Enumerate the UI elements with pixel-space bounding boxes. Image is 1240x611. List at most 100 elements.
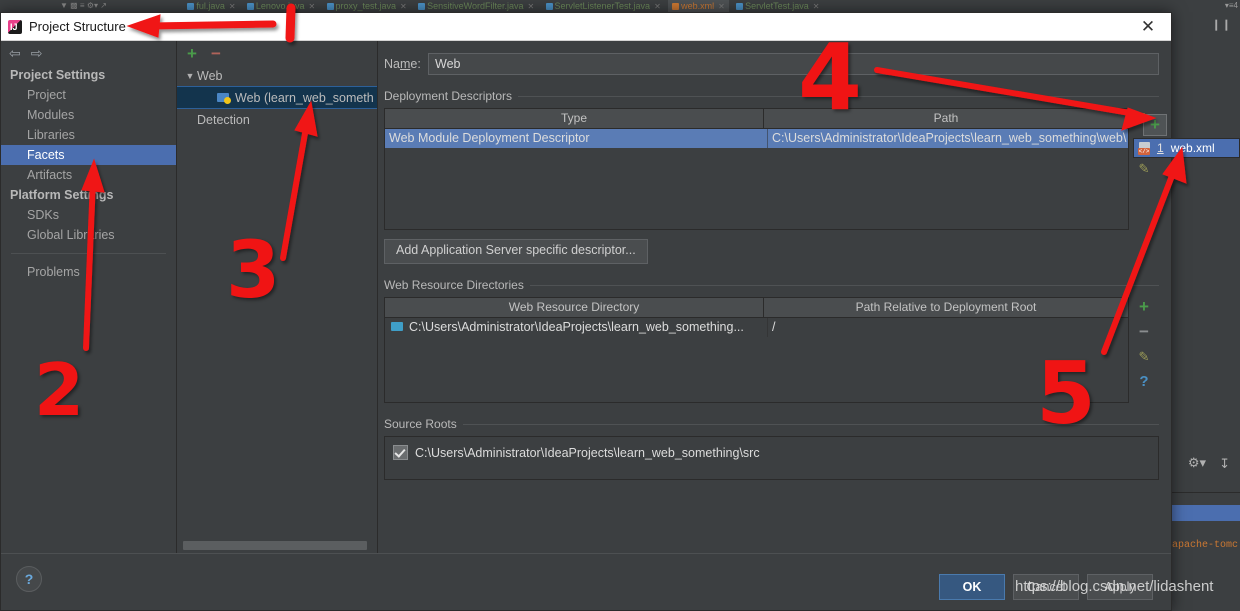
xml-file-icon: </> [1138, 141, 1152, 155]
editor-tab-label: Lenovo.java [255, 1, 305, 11]
table-body: C:\Users\Administrator\IdeaProjects\lear… [385, 318, 1128, 402]
table-header: Web Resource Directory Path Relative to … [385, 298, 1128, 318]
dialog-body: ⇦ ⇨ Project Settings Project Modules Lib… [1, 41, 1171, 554]
editor-tab[interactable]: ServletListenerTest.java ✕ [542, 0, 665, 12]
popup-item-number: 1 [1157, 141, 1164, 155]
table-row[interactable]: Web Module Deployment Descriptor C:\User… [385, 129, 1128, 148]
edit-descriptor-button[interactable]: ✎ [1139, 161, 1150, 177]
add-deployment-descriptor-button-highlight[interactable]: + [1143, 114, 1167, 136]
settings-sidebar: ⇦ ⇨ Project Settings Project Modules Lib… [1, 41, 177, 554]
sidebar-item-problems[interactable]: Problems [1, 262, 176, 282]
column-header-type[interactable]: Type [385, 109, 764, 128]
tree-horizontal-scrollbar[interactable] [183, 541, 367, 550]
deployment-descriptors-header: Deployment Descriptors [384, 89, 1159, 103]
ok-button[interactable]: OK [939, 574, 1005, 600]
java-file-icon [326, 3, 334, 10]
sidebar-item-artifacts[interactable]: Artifacts [1, 165, 176, 185]
editor-menu-icon[interactable]: ▾≡4 [1225, 0, 1238, 12]
dialog-title-bar: IJ Project Structure ✕ [1, 13, 1171, 41]
sidebar-item-modules[interactable]: Modules [1, 105, 176, 125]
tree-node-web-group[interactable]: ▼ Web [177, 65, 377, 86]
help-icon[interactable]: ? [1139, 374, 1148, 390]
close-icon[interactable]: ✕ [813, 2, 820, 11]
sidebar-item-sdks[interactable]: SDKs [1, 205, 176, 225]
source-root-checkbox[interactable] [393, 445, 408, 460]
section-rule [462, 423, 1159, 425]
section-title: Web Resource Directories [384, 278, 524, 292]
menu-badge: 4 [1233, 1, 1238, 10]
editor-tab[interactable]: proxy_test.java ✕ [323, 0, 411, 12]
table-header: Type Path [385, 109, 1128, 129]
tree-node-web-facet[interactable]: Web (learn_web_someth [177, 86, 377, 109]
download-icon[interactable]: ↧ [1219, 456, 1230, 472]
web-resource-directories-header: Web Resource Directories [384, 278, 1159, 292]
source-roots-section: Source Roots C:\Users\Administrator\Idea… [384, 417, 1159, 480]
column-header-path-relative[interactable]: Path Relative to Deployment Root [764, 298, 1128, 317]
sidebar-divider [11, 253, 166, 254]
pause-icon[interactable]: ❙❙ [1212, 18, 1232, 31]
tree-node-detection[interactable]: Detection [177, 109, 377, 130]
table-body: Web Module Deployment Descriptor C:\User… [385, 129, 1128, 229]
forward-arrow-icon[interactable]: ⇨ [31, 46, 43, 60]
xml-file-icon [672, 3, 680, 10]
column-header-web-resource-directory[interactable]: Web Resource Directory [385, 298, 764, 317]
close-icon[interactable]: ✕ [654, 2, 661, 11]
source-roots-header: Source Roots [384, 417, 1159, 431]
facet-name-input[interactable]: Web [428, 53, 1159, 75]
web-resource-table: Web Resource Directory Path Relative to … [384, 297, 1129, 403]
sidebar-item-global-libraries[interactable]: Global Libraries [1, 225, 176, 245]
section-rule [529, 284, 1159, 286]
web-resource-buttons: + − ✎ ? [1129, 297, 1159, 403]
editor-tab[interactable]: ServletTest.java ✕ [732, 0, 823, 12]
editor-tab[interactable]: SensitiveWordFilter.java ✕ [414, 0, 538, 12]
close-icon[interactable]: ✕ [718, 2, 725, 11]
watermark-text: https://blog.csdn.net/lidashent [1015, 578, 1214, 595]
close-icon[interactable]: ✕ [229, 2, 236, 11]
back-arrow-icon[interactable]: ⇦ [9, 46, 21, 60]
sidebar-item-project[interactable]: Project [1, 85, 176, 105]
sidebar-nav-toolbar: ⇦ ⇨ [1, 41, 176, 65]
cell-relative-path: / [772, 320, 776, 334]
tree-node-label: Web (learn_web_someth [235, 90, 374, 105]
close-icon[interactable]: ✕ [1131, 14, 1165, 40]
source-roots-list: C:\Users\Administrator\IdeaProjects\lear… [384, 436, 1159, 480]
editor-tab[interactable]: ful.java ✕ [183, 0, 239, 12]
folder-icon [391, 321, 404, 332]
editor-tab[interactable]: Lenovo.java ✕ [243, 0, 319, 12]
gear-icon[interactable]: ⚙▾ [1188, 455, 1206, 471]
popup-item-filename: web.xml [1170, 141, 1215, 155]
chevron-down-icon[interactable]: ▼ [183, 71, 197, 81]
editor-tab-active[interactable]: web.xml ✕ [668, 0, 729, 12]
close-icon[interactable]: ✕ [527, 2, 534, 11]
list-item[interactable]: C:\Users\Administrator\IdeaProjects\lear… [393, 445, 1158, 460]
facet-tree-pane: + − ▼ Web Web (learn_web_someth Detectio… [177, 41, 378, 554]
facet-tree-toolbar: + − [177, 41, 377, 65]
add-application-server-descriptor-button[interactable]: Add Application Server specific descript… [384, 239, 648, 264]
java-file-icon [545, 3, 553, 10]
deployment-descriptors-section: Deployment Descriptors Type Path Web Mod… [384, 89, 1159, 264]
editor-tab-label: proxy_test.java [335, 1, 397, 11]
sidebar-item-facets[interactable]: Facets [1, 145, 176, 165]
remove-facet-button[interactable]: − [211, 45, 221, 62]
dialog-title: Project Structure [29, 19, 126, 34]
table-row[interactable]: C:\Users\Administrator\IdeaProjects\lear… [385, 318, 1128, 337]
editor-tab-label: ServletListenerTest.java [554, 1, 651, 11]
editor-tab-label: SensitiveWordFilter.java [427, 1, 524, 11]
column-header-path[interactable]: Path [764, 109, 1128, 128]
help-icon[interactable]: ? [16, 566, 42, 592]
cell-type: Web Module Deployment Descriptor [385, 129, 768, 148]
add-web-resource-button[interactable]: + [1139, 298, 1149, 315]
close-icon[interactable]: ✕ [400, 2, 407, 11]
edit-web-resource-button[interactable]: ✎ [1139, 349, 1150, 365]
editor-tab-label: ServletTest.java [745, 1, 809, 11]
add-facet-button[interactable]: + [187, 45, 197, 62]
sidebar-item-libraries[interactable]: Libraries [1, 125, 176, 145]
tree-node-label: Web [197, 68, 223, 83]
web-resource-directories-section: Web Resource Directories Web Resource Di… [384, 278, 1159, 403]
remove-web-resource-button[interactable]: − [1139, 323, 1149, 340]
java-file-icon [187, 3, 195, 10]
project-structure-dialog: IJ Project Structure ✕ ⇦ ⇨ Project Setti… [0, 12, 1172, 611]
web-facet-icon [217, 92, 231, 104]
webxml-dropdown-item[interactable]: </> 1 web.xml [1133, 138, 1240, 158]
close-icon[interactable]: ✕ [308, 2, 315, 11]
